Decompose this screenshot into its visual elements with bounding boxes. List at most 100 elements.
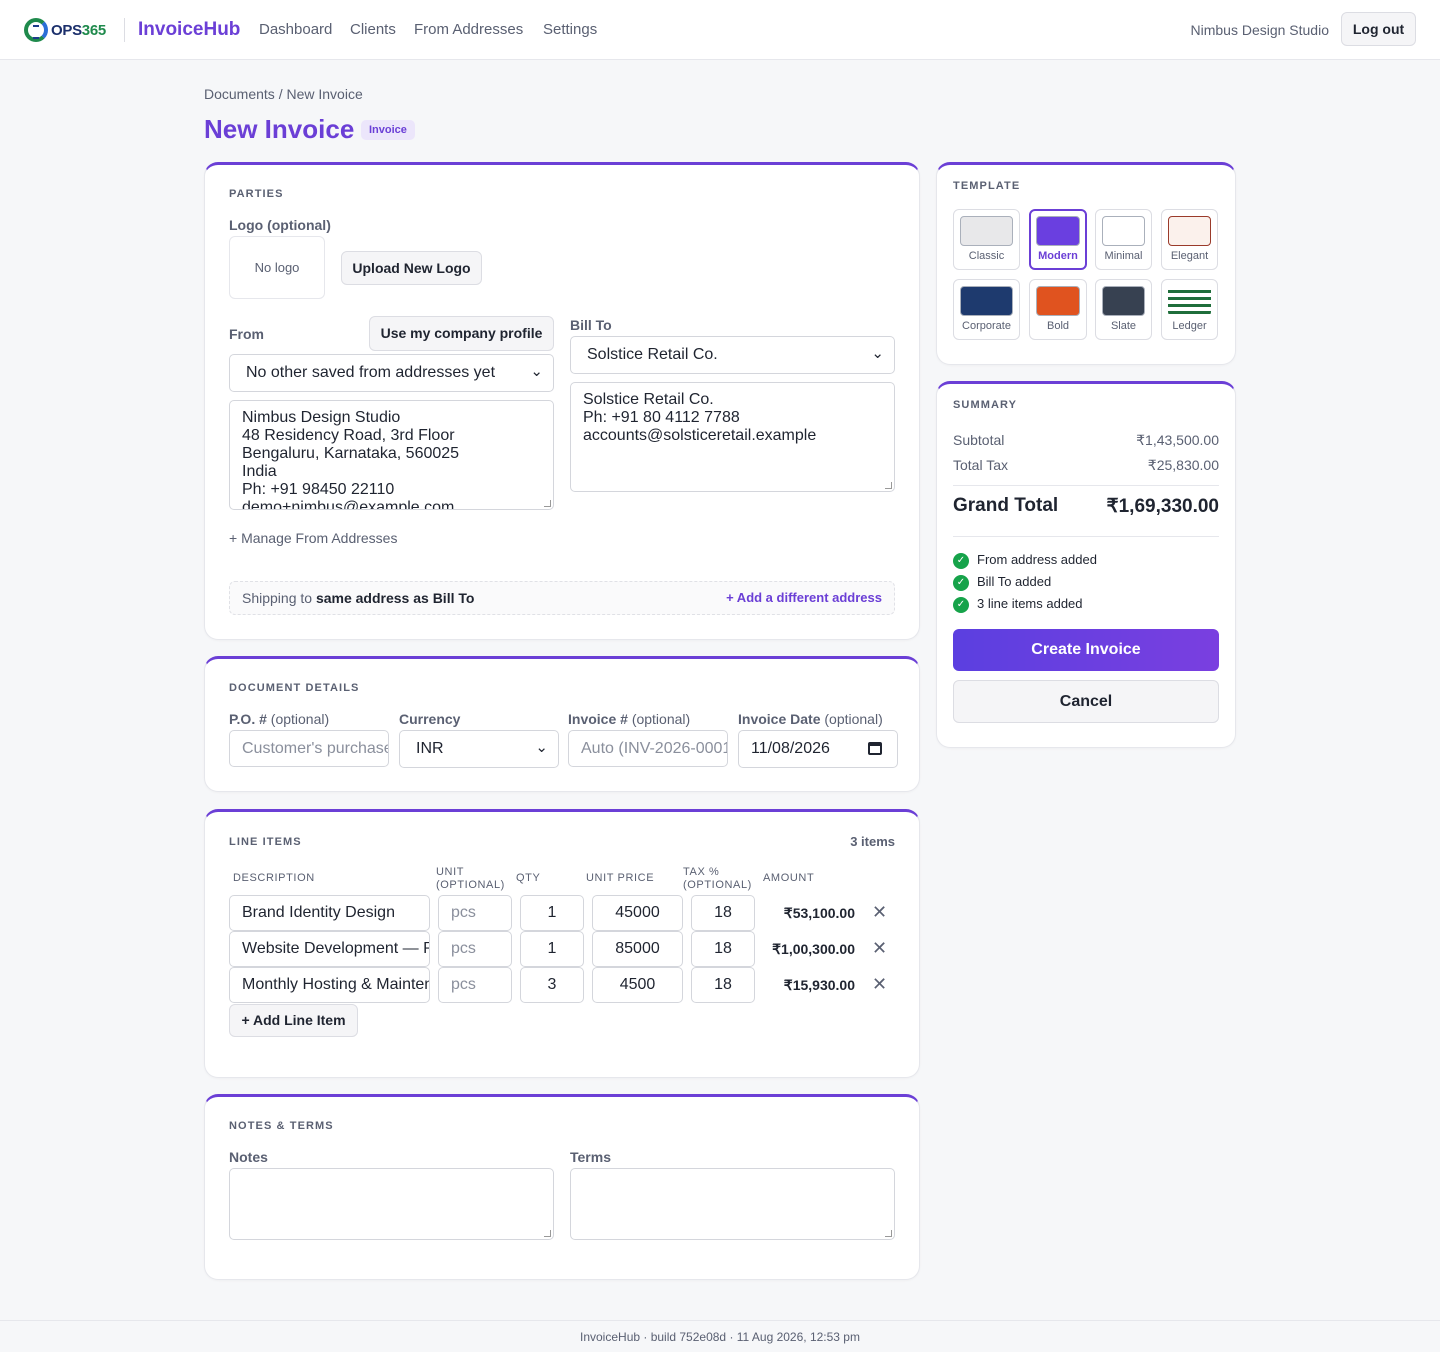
terms-textarea[interactable]: [570, 1168, 895, 1240]
template-classic[interactable]: Classic: [953, 209, 1020, 270]
template-name: Slate: [1110, 320, 1137, 332]
item-tax-input[interactable]: 18: [691, 967, 755, 1003]
item-qty-input[interactable]: 1: [520, 931, 584, 967]
item-unit-input[interactable]: pcs: [438, 967, 512, 1003]
template-name: Ledger: [1172, 320, 1207, 332]
ops365-logo[interactable]: OPS365: [24, 16, 106, 44]
shipping-text: Shipping to same address as Bill To: [242, 590, 474, 606]
bill-to-select[interactable]: Solstice Retail Co.: [570, 336, 895, 374]
footer-build-info: InvoiceHub · build 752e08d · 11 Aug 2026…: [0, 1320, 1440, 1352]
cancel-button[interactable]: Cancel: [953, 680, 1219, 723]
invoice-date-label: Invoice Date (optional): [738, 711, 883, 727]
check-bill-to: ✓ Bill To added: [953, 574, 1051, 591]
template-ledger[interactable]: Ledger: [1161, 279, 1218, 340]
invoice-number-input[interactable]: Auto (INV-2026-0001): [568, 730, 728, 767]
total-tax-value: ₹25,830.00: [1147, 457, 1219, 473]
col-unit-price: UNIT PRICE: [586, 872, 655, 884]
grand-total-row: Grand Total ₹1,69,330.00: [953, 495, 1219, 517]
add-different-address-link[interactable]: + Add a different address: [726, 590, 882, 605]
create-invoice-button[interactable]: Create Invoice: [953, 629, 1219, 671]
po-label-optional: (optional): [270, 711, 330, 727]
template-swatch: [1036, 216, 1080, 246]
ops365-logo-icon: [24, 18, 48, 42]
notes-textarea[interactable]: [229, 1168, 554, 1240]
nav-settings[interactable]: Settings: [543, 21, 597, 38]
col-tax: TAX % (OPTIONAL): [683, 866, 752, 891]
nav-dashboard[interactable]: Dashboard: [259, 21, 332, 38]
template-swatch: [960, 216, 1013, 246]
col-description: DESCRIPTION: [233, 872, 315, 884]
remove-item-icon[interactable]: ✕: [872, 902, 887, 923]
bill-to-textarea[interactable]: Solstice Retail Co. Ph: +91 80 4112 7788…: [570, 382, 895, 492]
check-line-items: ✓ 3 line items added: [953, 596, 1083, 613]
logo-placeholder: No logo: [229, 236, 325, 299]
page-title: New Invoice: [204, 114, 355, 144]
item-unit-input[interactable]: pcs: [438, 895, 512, 931]
bill-to-label: Bill To: [570, 317, 612, 333]
item-price-input[interactable]: 45000: [592, 895, 683, 931]
template-name: Elegant: [1170, 250, 1209, 262]
item-tax-input[interactable]: 18: [691, 895, 755, 931]
nav-from-addresses[interactable]: From Addresses: [414, 21, 523, 38]
subtotal-row: Subtotal ₹1,43,500.00: [953, 432, 1219, 448]
invoice-date-optional: (optional): [824, 711, 883, 727]
invoice-number-label: Invoice # (optional): [568, 711, 690, 727]
template-swatch: [1168, 286, 1211, 316]
subtotal-value: ₹1,43,500.00: [1136, 432, 1219, 448]
logout-button[interactable]: Log out: [1341, 12, 1416, 46]
item-price-input[interactable]: 85000: [592, 931, 683, 967]
item-unit-input[interactable]: pcs: [438, 931, 512, 967]
brand-link[interactable]: InvoiceHub: [138, 19, 240, 41]
logo-label: Logo (optional): [229, 217, 331, 233]
item-qty-input[interactable]: 3: [520, 967, 584, 1003]
item-description-input[interactable]: Monthly Hosting & Maintenance: [229, 967, 430, 1003]
check-label: 3 line items added: [977, 596, 1083, 611]
currency-select[interactable]: INR: [399, 730, 559, 768]
template-name: Minimal: [1104, 250, 1143, 262]
calendar-icon[interactable]: [868, 742, 882, 755]
template-name: Bold: [1046, 320, 1070, 332]
use-company-profile-button[interactable]: Use my company profile: [369, 316, 554, 351]
template-name: Classic: [968, 250, 1005, 262]
nav-divider: [124, 18, 125, 42]
item-amount: ₹53,100.00: [783, 905, 855, 921]
add-line-item-button[interactable]: + Add Line Item: [229, 1004, 358, 1037]
from-address-select[interactable]: No other saved from addresses yet: [229, 354, 554, 392]
check-icon: ✓: [953, 552, 969, 569]
template-section-title: TEMPLATE: [953, 180, 1021, 192]
item-description-input[interactable]: Brand Identity Design: [229, 895, 430, 931]
col-qty: QTY: [516, 872, 541, 884]
summary-divider: [953, 536, 1219, 537]
template-swatch: [1168, 216, 1211, 246]
template-modern[interactable]: Modern: [1029, 209, 1087, 270]
breadcrumb: Documents / New Invoice: [204, 86, 363, 102]
check-icon: ✓: [953, 596, 969, 613]
remove-item-icon[interactable]: ✕: [872, 938, 887, 959]
template-minimal[interactable]: Minimal: [1095, 209, 1152, 270]
template-swatch: [1102, 216, 1145, 246]
item-amount: ₹1,00,300.00: [772, 941, 855, 957]
subtotal-label: Subtotal: [953, 432, 1005, 448]
template-bold[interactable]: Bold: [1029, 279, 1087, 340]
item-description-input[interactable]: Website Development — Phase 1: [229, 931, 430, 967]
item-qty-input[interactable]: 1: [520, 895, 584, 931]
upload-logo-button[interactable]: Upload New Logo: [341, 251, 482, 285]
item-price-input[interactable]: 4500: [592, 967, 683, 1003]
details-section-title: DOCUMENT DETAILS: [229, 682, 360, 694]
item-tax-input[interactable]: 18: [691, 931, 755, 967]
template-elegant[interactable]: Elegant: [1161, 209, 1218, 270]
po-input[interactable]: Customer's purchase order: [229, 730, 389, 767]
template-slate[interactable]: Slate: [1095, 279, 1152, 340]
summary-section-title: SUMMARY: [953, 399, 1018, 411]
from-address-textarea[interactable]: Nimbus Design Studio 48 Residency Road, …: [229, 400, 554, 510]
check-from-address: ✓ From address added: [953, 552, 1097, 569]
nav-clients[interactable]: Clients: [350, 21, 396, 38]
logo-main: OPS: [51, 21, 82, 39]
top-navbar: OPS365 InvoiceHub Dashboard Clients From…: [0, 0, 1440, 60]
shipping-value: same address as Bill To: [315, 590, 475, 606]
template-corporate[interactable]: Corporate: [953, 279, 1020, 340]
remove-item-icon[interactable]: ✕: [872, 974, 887, 995]
manage-from-addresses-link[interactable]: + Manage From Addresses: [229, 530, 397, 546]
grand-total-label: Grand Total: [953, 495, 1059, 516]
terms-label: Terms: [570, 1149, 611, 1165]
